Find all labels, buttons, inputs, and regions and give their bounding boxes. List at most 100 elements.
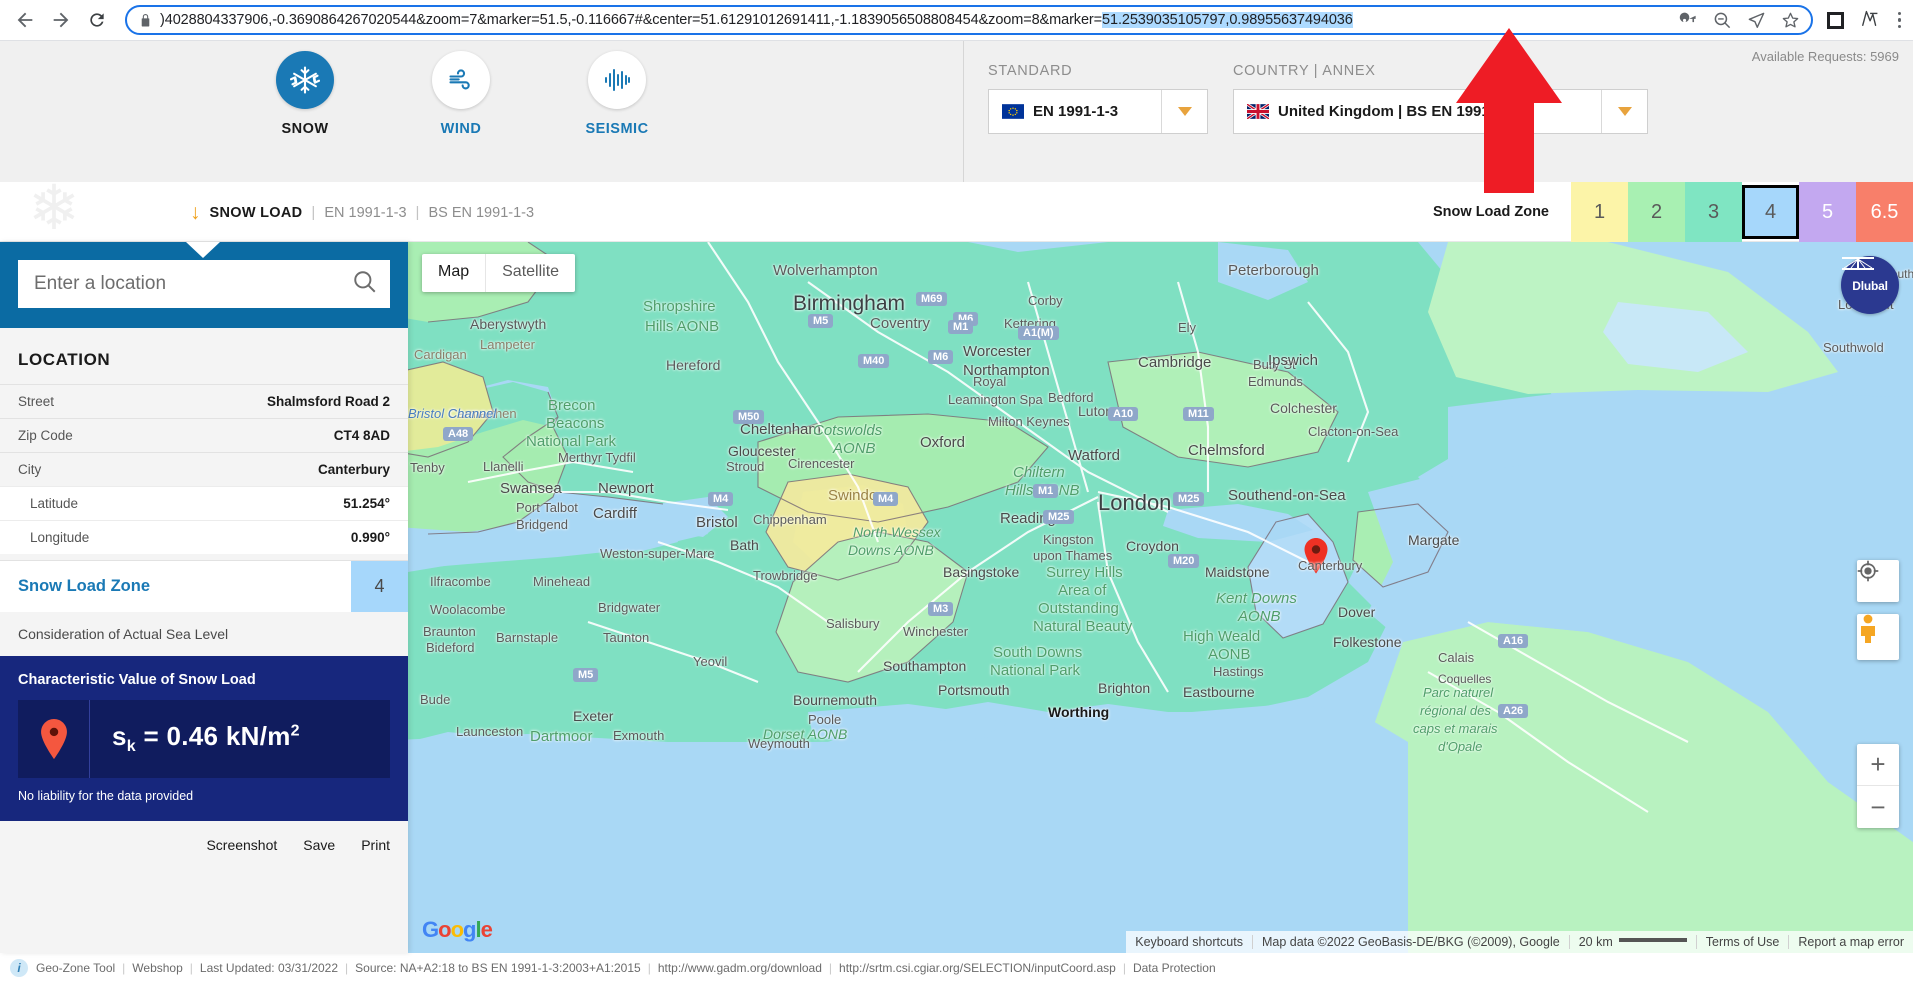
characteristic-value-box: sk = 0.46 kN/m2 [18,700,390,778]
char-subscript: k [126,738,136,756]
map-pin-icon [18,700,90,778]
footer-separator: | [189,961,193,975]
hazard-tab-seismic[interactable]: SEISMIC [562,51,672,137]
report-map-error-link[interactable]: Report a map error [1788,935,1913,949]
snow-load-zone-row[interactable]: Snow Load Zone 4 [0,560,408,612]
subbar-sep-1: | [311,204,316,221]
coordinate-value: 51.254° [343,496,390,511]
uk-flag [1247,104,1269,119]
browser-toolbar: )4028804337906,-0.3690864267020544&zoom=… [0,0,1913,41]
hazard-tab-wind[interactable]: WIND [406,51,516,137]
dlubal-logo[interactable]: Dlubal [1841,256,1899,314]
footer-item[interactable]: Webshop [132,961,182,975]
sidebar-actions: Screenshot Save Print [0,821,408,869]
search-input[interactable] [34,273,352,295]
lock-icon [139,13,152,28]
location-key: Zip Code [18,428,73,443]
locate-me-icon[interactable] [1857,560,1899,602]
zoom-out-button[interactable]: − [1857,786,1899,828]
map-canvas[interactable]: Wolverhampton Peterborough Birmingham Corby… [408,242,1913,953]
location-row: Zip Code CT4 8AD [0,418,408,452]
action-print[interactable]: Print [361,837,390,853]
dlubal-frame-icon [1842,257,1874,270]
hazard-label-snow: SNOW [281,121,329,137]
location-sidebar: LOCATION Street Shalmsford Road 2 Zip Code… [0,242,408,953]
key-icon[interactable] [1679,10,1699,30]
country-group: COUNTRY | ANNEX United Kingdom | BS EN 1… [1233,63,1648,134]
url-selection: 51.2539035105797,0.98955637494036 [1102,12,1353,28]
standard-group: STANDARD EN 1991-1-3 [988,63,1208,134]
country-chevron-down-icon[interactable] [1601,90,1647,133]
scale-value: 20 km [1578,935,1613,949]
share-icon[interactable] [1747,10,1767,30]
characteristic-value-panel: Characteristic Value of Snow Load sk = 0… [0,656,408,821]
snow-load-subbar: ❄ ↓ SNOW LOAD | EN 1991-1-3 | BS EN 1991… [0,178,1913,242]
header-divider [898,41,964,182]
subbar-title: SNOW LOAD [209,205,303,221]
location-row: City Canterbury [0,452,408,486]
search-box[interactable] [18,260,390,308]
street-view-pegman-icon[interactable] [1857,614,1899,660]
app-header: Available Requests: 5969 SNOW WIND SEISM… [0,41,1913,182]
zone-box-3[interactable]: 3 [1685,182,1742,242]
coordinate-value: 0.990° [350,530,390,545]
snowflake-watermark-icon: ❄ [28,174,80,243]
location-key: City [18,462,42,477]
zone-box-6.5[interactable]: 6.5 [1856,182,1913,242]
footer-item[interactable]: Source: NA+A2:18 to BS EN 1991-1-3:2003+… [355,961,641,975]
map-type-map[interactable]: Map [422,254,485,292]
char-exponent: 2 [290,722,300,740]
map-type-satellite[interactable]: Satellite [485,254,575,292]
coordinate-rows: Latitude 51.254° Longitude 0.990° [0,486,408,554]
snow-load-zone-value: 4 [351,561,408,612]
zone-box-2[interactable]: 2 [1628,182,1685,242]
eu-flag [1002,104,1024,119]
footer-item[interactable]: Data Protection [1133,961,1216,975]
kebab-menu-icon[interactable] [1897,11,1901,29]
extension-icon[interactable] [1860,7,1882,34]
red-annotation-arrow [1454,28,1564,198]
footer-item[interactable]: http://srtm.csi.cgiar.org/SELECTION/inpu… [839,961,1116,975]
standard-chevron-down-icon[interactable] [1161,90,1207,133]
char-symbol: s [112,721,127,752]
terms-of-use-link[interactable]: Terms of Use [1695,935,1789,949]
keyboard-shortcuts-link[interactable]: Keyboard shortcuts [1126,935,1252,949]
url-prefix: )4028804337906,-0.3690864267020544&zoom=… [160,12,1103,28]
snowflake-icon [276,51,334,109]
footer-separator: | [647,961,651,975]
standard-label: STANDARD [988,63,1073,79]
coordinate-key: Latitude [30,496,79,511]
country-select[interactable]: United Kingdom | BS EN 1991-1-3 [1233,89,1648,134]
back-arrow-icon[interactable] [7,2,43,38]
zone-box-4[interactable]: 4 [1742,185,1799,239]
char-unit: kN/m [225,721,291,752]
footer-item[interactable]: Last Updated: 03/31/2022 [200,961,338,975]
zone-box-5[interactable]: 5 [1799,182,1856,242]
hazard-tab-snow[interactable]: SNOW [250,51,360,137]
zone-box-1[interactable]: 1 [1571,182,1628,242]
sea-level-row[interactable]: Consideration of Actual Sea Level [0,612,408,656]
dlubal-logo-text: Dlubal [1852,278,1888,293]
coordinate-key: Longitude [30,530,90,545]
page-footer: i Geo-Zone Tool | Webshop | Last Updated: 03… [0,953,1913,983]
reload-icon[interactable] [79,2,115,38]
action-save[interactable]: Save [303,837,335,853]
available-requests: Available Requests: 5969 [1751,49,1899,64]
footer-item[interactable]: Geo-Zone Tool [36,961,115,975]
location-value: Shalmsford Road 2 [266,394,390,409]
zoom-out-icon[interactable] [1713,10,1733,30]
google-logo: Google [422,917,493,942]
side-panel-icon[interactable] [1826,11,1844,29]
search-icon[interactable] [352,269,378,300]
location-title: LOCATION [18,350,111,369]
info-icon[interactable]: i [10,959,28,977]
forward-arrow-icon[interactable] [43,2,79,38]
footer-item[interactable]: http://www.gadm.org/download [658,961,822,975]
action-screenshot[interactable]: Screenshot [206,837,277,853]
star-icon[interactable] [1781,10,1801,30]
map-type-toggle: Map Satellite [422,254,576,292]
standard-select[interactable]: EN 1991-1-3 [988,89,1208,134]
zoom-in-button[interactable]: + [1857,744,1899,786]
snow-load-zone-label: Snow Load Zone [18,577,150,595]
map-data-credit: Map data ©2022 GeoBasis-DE/BKG (©2009), … [1251,935,1569,949]
